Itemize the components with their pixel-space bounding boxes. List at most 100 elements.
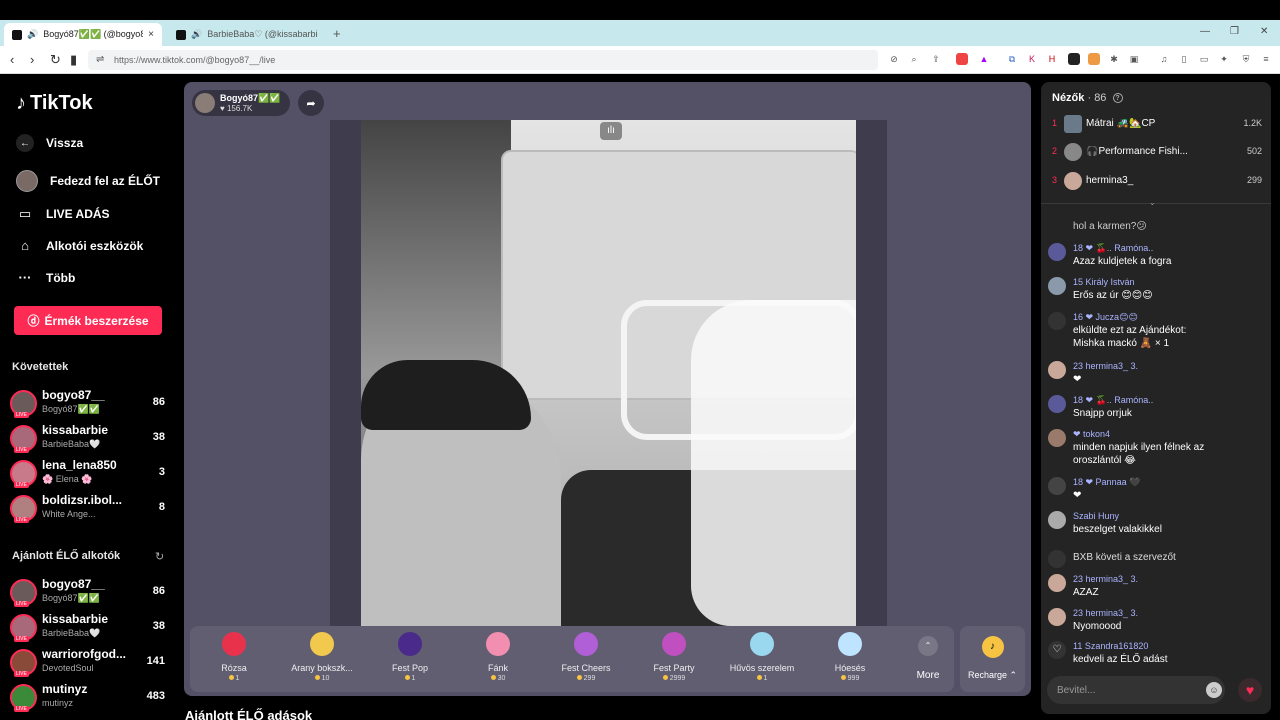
nav-live-studio[interactable]: ▭ LIVE ADÁS: [16, 206, 110, 222]
gift-item[interactable]: Hóesés 999: [806, 632, 894, 682]
viewer-name: 🎧Performance Fishi...: [1086, 146, 1188, 157]
share-icon[interactable]: ⇪: [930, 53, 942, 65]
viewers-header[interactable]: Nézők · 86 ?: [1052, 92, 1123, 104]
chat-text: oroszlántól 😂: [1073, 455, 1136, 466]
extension-puzzle-icon[interactable]: ✱: [1108, 53, 1120, 65]
coin-icon: ⓓ: [27, 314, 40, 328]
recommended-item[interactable]: LIVE mutinyz mutinyz 483: [10, 682, 165, 716]
gift-price-value: 2999: [669, 675, 686, 682]
sidebar-toggle-icon[interactable]: ▯: [1178, 53, 1190, 65]
following-item[interactable]: LIVE boldizsr.ibol... White Ange... 8: [10, 493, 165, 527]
rewards-icon[interactable]: ▲: [978, 53, 990, 65]
nav-back[interactable]: ← Vissza: [16, 134, 83, 152]
camera-icon: ▭: [18, 206, 32, 221]
chat-input[interactable]: Bevitel...: [1047, 676, 1225, 704]
extension-box-icon[interactable]: ▣: [1128, 53, 1140, 65]
coin-icon: [756, 675, 762, 680]
brave-shield-icon[interactable]: [956, 53, 968, 65]
recommended-sub: BarbieBaba🤍: [42, 628, 101, 638]
back-icon[interactable]: ‹: [10, 52, 14, 67]
info-icon[interactable]: ?: [1112, 93, 1123, 104]
browser-tab-active[interactable]: 🔊 Bogyó87✅✅ (@bogyo87 ×: [4, 23, 162, 46]
more-gifts-button[interactable]: ⌃ More: [908, 636, 948, 681]
share-button[interactable]: ➦: [298, 90, 324, 116]
video-person-hair: [361, 360, 531, 430]
nav-creator-tools[interactable]: ⌂ Alkotói eszközök: [16, 238, 143, 253]
extension-dark-icon[interactable]: [1068, 53, 1080, 65]
window-close-icon[interactable]: ✕: [1260, 26, 1268, 37]
host-avatar: [195, 93, 215, 113]
chat-user: 23 hermina3_ 3.: [1073, 361, 1139, 371]
nav-label: Több: [46, 270, 76, 285]
gift-price-value: 30: [497, 675, 506, 682]
extension-color-icon[interactable]: [1088, 53, 1100, 65]
viewer-count: 38: [152, 620, 165, 632]
tiktok-logo[interactable]: ♪ TikTok: [16, 92, 93, 115]
emoji-icon[interactable]: ☺: [1206, 682, 1222, 698]
donut-gift-icon: [486, 632, 510, 656]
avatar: [1064, 115, 1082, 133]
minimize-icon[interactable]: —: [1200, 26, 1210, 37]
reload-icon[interactable]: ↻: [50, 52, 61, 68]
heart-icon: ❤: [1073, 374, 1082, 385]
recharge-button[interactable]: ♪ Recharge ⌃: [960, 626, 1025, 692]
nav-label: Vissza: [46, 136, 84, 150]
chat-text: elküldte ezt az Ajándékot:: [1073, 325, 1187, 336]
bookmark-icon[interactable]: ▮: [70, 52, 77, 68]
top-viewer[interactable]: 3 hermina3_ 299: [1052, 171, 1262, 191]
like-heart-button[interactable]: ♥: [1238, 678, 1262, 702]
gift-item[interactable]: Fest Party 2999: [630, 632, 718, 682]
audio-wave-icon[interactable]: ılı: [600, 122, 622, 140]
ai-icon[interactable]: ✦: [1218, 53, 1230, 65]
gift-price-value: 1: [235, 675, 240, 682]
zoom-icon[interactable]: ⌕: [908, 53, 920, 65]
lightbulb-icon: ⌂: [21, 238, 29, 253]
restore-icon[interactable]: ❐: [1230, 26, 1239, 37]
host-info[interactable]: Bogyó87✅✅ ♥ 156.7K: [192, 90, 290, 116]
chat-text: Nyomoood: [1073, 621, 1122, 632]
recommended-item[interactable]: LIVE warriorofgod... DevotedSoul 141: [10, 647, 165, 681]
forward-icon[interactable]: ›: [30, 52, 34, 67]
gift-item[interactable]: Fest Pop 1: [366, 632, 454, 682]
recommended-item[interactable]: LIVE kissabarbie BarbieBaba🤍 38: [10, 612, 165, 646]
translate-icon[interactable]: ⊘: [888, 53, 900, 65]
following-item[interactable]: LIVE lena_lena850 🌸 Elena 🌸 3: [10, 458, 165, 492]
recommended-item[interactable]: LIVE bogyo87__ Bogyó87✅✅ 86: [10, 577, 165, 611]
gift-price: 299: [542, 675, 630, 682]
viewer-name: hermina3_: [1086, 175, 1134, 186]
nav-more[interactable]: ··· Több: [16, 270, 76, 285]
following-item[interactable]: LIVE bogyo87__ Bogyó87✅✅ 86: [10, 388, 165, 422]
menu-icon[interactable]: ≡: [1260, 53, 1272, 65]
vpn-shield-icon[interactable]: ⛨: [1240, 53, 1252, 65]
gift-item[interactable]: Rózsa 1: [190, 632, 278, 682]
nav-explore-live[interactable]: Fedezd fel az ÉLŐT: [16, 170, 160, 192]
top-viewer[interactable]: 1 Mátrai 🚜🏡CP 1.2K: [1052, 114, 1262, 134]
chevron-down-icon[interactable]: ⌄: [1149, 198, 1156, 207]
wallet-icon[interactable]: ▭: [1198, 53, 1210, 65]
gift-item[interactable]: Hűvös szerelem 1: [718, 632, 806, 682]
site-info-icon[interactable]: ⇌: [96, 54, 104, 65]
extension-translate-icon[interactable]: ⧉: [1006, 53, 1018, 65]
gift-item[interactable]: Arany bokszk... 10: [278, 632, 366, 682]
gift-item[interactable]: Fest Cheers 299: [542, 632, 630, 682]
chat-text: beszelget valakikkel: [1073, 524, 1162, 535]
extension-k-icon[interactable]: K: [1026, 53, 1038, 65]
viewer-count: 8: [158, 501, 165, 513]
extension-his-icon[interactable]: H: [1046, 53, 1058, 65]
heart-icon: ❤: [1073, 490, 1082, 501]
refresh-icon[interactable]: ↻: [155, 550, 164, 563]
close-tab-icon[interactable]: ×: [148, 29, 154, 40]
url-bar[interactable]: ⇌ https://www.tiktok.com/@bogyo87__/live: [88, 50, 878, 70]
buy-coins-button[interactable]: ⓓ Érmék beszerzése: [14, 306, 162, 335]
following-item[interactable]: LIVE kissabarbie BarbieBaba🤍 38: [10, 423, 165, 457]
viewer-name: Mátrai 🚜🏡CP: [1086, 118, 1156, 129]
browser-toolbar: ‹ › ↻ ▮ ⇌ https://www.tiktok.com/@bogyo8…: [0, 46, 1280, 74]
video-frame[interactable]: ılı: [330, 120, 887, 626]
tiktok-note-icon: ♪: [16, 92, 26, 114]
gift-item[interactable]: Fánk 30: [454, 632, 542, 682]
browser-tab-inactive[interactable]: 🔊 BarbieBaba♡ (@kissabarbie) ÉL: [168, 23, 326, 46]
new-tab-button[interactable]: +: [333, 26, 341, 41]
chat-user: 15 Király István: [1073, 277, 1135, 287]
top-viewer[interactable]: 2 🎧Performance Fishi... 502: [1052, 142, 1262, 162]
music-icon[interactable]: ♫: [1158, 53, 1170, 65]
